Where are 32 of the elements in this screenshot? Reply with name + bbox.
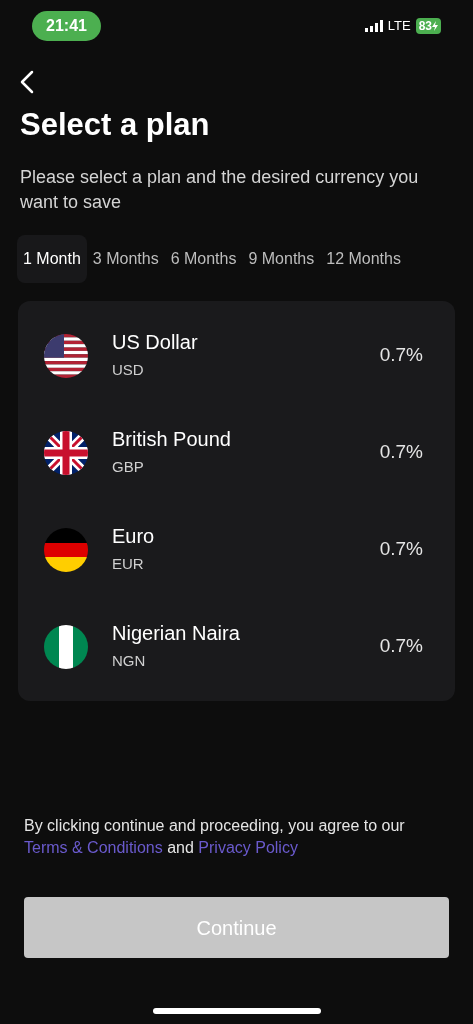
signal-icon xyxy=(364,19,383,32)
currency-code: NGN xyxy=(112,651,147,672)
interest-rate: 0.7% xyxy=(379,537,423,562)
back-icon xyxy=(20,70,34,94)
period-tab[interactable]: 3 Months xyxy=(86,235,165,283)
currency-name: US Dollar xyxy=(112,330,199,356)
flag-icon xyxy=(44,527,88,572)
battery-indicator: 83 xyxy=(415,17,441,34)
period-tab[interactable]: 9 Months xyxy=(242,235,321,283)
currency-name: Nigerian Naira xyxy=(112,621,241,647)
flag-icon xyxy=(44,333,88,378)
period-tab[interactable]: 1 Month xyxy=(17,235,87,283)
interest-rate: 0.7% xyxy=(379,634,423,659)
period-tab[interactable]: 12 Months xyxy=(320,235,407,283)
privacy-link[interactable]: Privacy Policy xyxy=(198,839,298,856)
page-subtitle: Please select a plan and the desired currency you want to save xyxy=(20,166,420,214)
terms-link[interactable]: Terms & Conditions xyxy=(24,839,163,856)
interest-rate: 0.7% xyxy=(379,343,423,368)
status-time: 21:41 xyxy=(32,10,101,41)
currency-code: EUR xyxy=(112,554,145,575)
currency-code: GBP xyxy=(112,457,145,478)
charging-icon xyxy=(432,20,438,31)
currency-name: British Pound xyxy=(112,427,232,453)
interest-rate: 0.7% xyxy=(379,440,423,465)
currency-name: Euro xyxy=(112,524,156,550)
network-label: LTE xyxy=(387,16,411,35)
flag-icon xyxy=(44,624,88,669)
terms-notice: By clicking continue and proceeding, you agree to our Terms & Conditions and Privacy Policy xyxy=(23,816,406,858)
page-title: Select a plan xyxy=(20,106,211,144)
flag-icon xyxy=(44,430,88,475)
period-tab[interactable]: 6 Months xyxy=(164,235,243,283)
currency-code: USD xyxy=(112,360,145,381)
